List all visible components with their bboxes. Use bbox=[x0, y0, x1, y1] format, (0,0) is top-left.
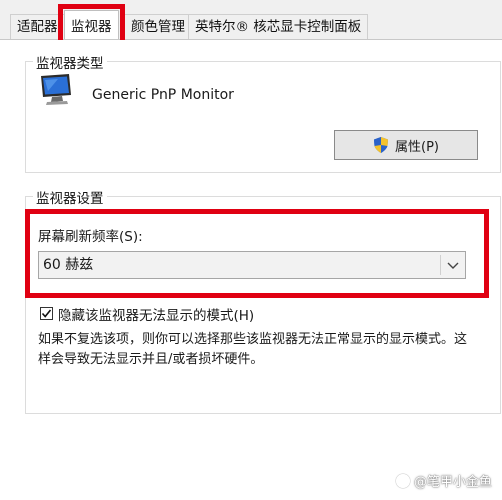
tab-intel-graphics[interactable]: 英特尔® 核芯显卡控制面板 bbox=[188, 14, 369, 39]
hide-modes-description: 如果不复选该项，则你可以选择那些该监视器无法正常显示的显示模式。这样会导致无法显… bbox=[38, 332, 468, 367]
properties-button-label: 属性(P) bbox=[395, 139, 439, 155]
checkmark-icon bbox=[41, 309, 52, 318]
tab-intel-graphics-label: 英特尔® 核芯显卡控制面板 bbox=[195, 19, 362, 35]
watermark-text: @笔甲小金鱼 bbox=[413, 475, 492, 490]
tab-color-management[interactable]: 颜色管理 bbox=[124, 14, 192, 39]
hide-modes-checkbox[interactable] bbox=[40, 307, 53, 320]
monitor-name: Generic PnP Monitor bbox=[92, 87, 234, 103]
watermark-logo-icon bbox=[395, 473, 410, 488]
tab-adapter-label: 适配器 bbox=[17, 19, 58, 35]
monitor-type-title: 监视器类型 bbox=[33, 52, 107, 72]
tab-adapter[interactable]: 适配器 bbox=[10, 14, 65, 39]
uac-shield-icon bbox=[374, 137, 388, 153]
monitor-icon bbox=[41, 74, 71, 105]
monitor-settings-title: 监视器设置 bbox=[33, 187, 107, 207]
tab-color-management-label: 颜色管理 bbox=[131, 19, 185, 35]
hide-modes-label[interactable]: 隐藏该监视器无法显示的模式(H) bbox=[58, 304, 254, 324]
watermark: @笔甲小金鱼 bbox=[395, 471, 492, 490]
refresh-rate-highlight-box bbox=[25, 209, 489, 298]
properties-button[interactable]: 属性(P) bbox=[334, 130, 478, 160]
